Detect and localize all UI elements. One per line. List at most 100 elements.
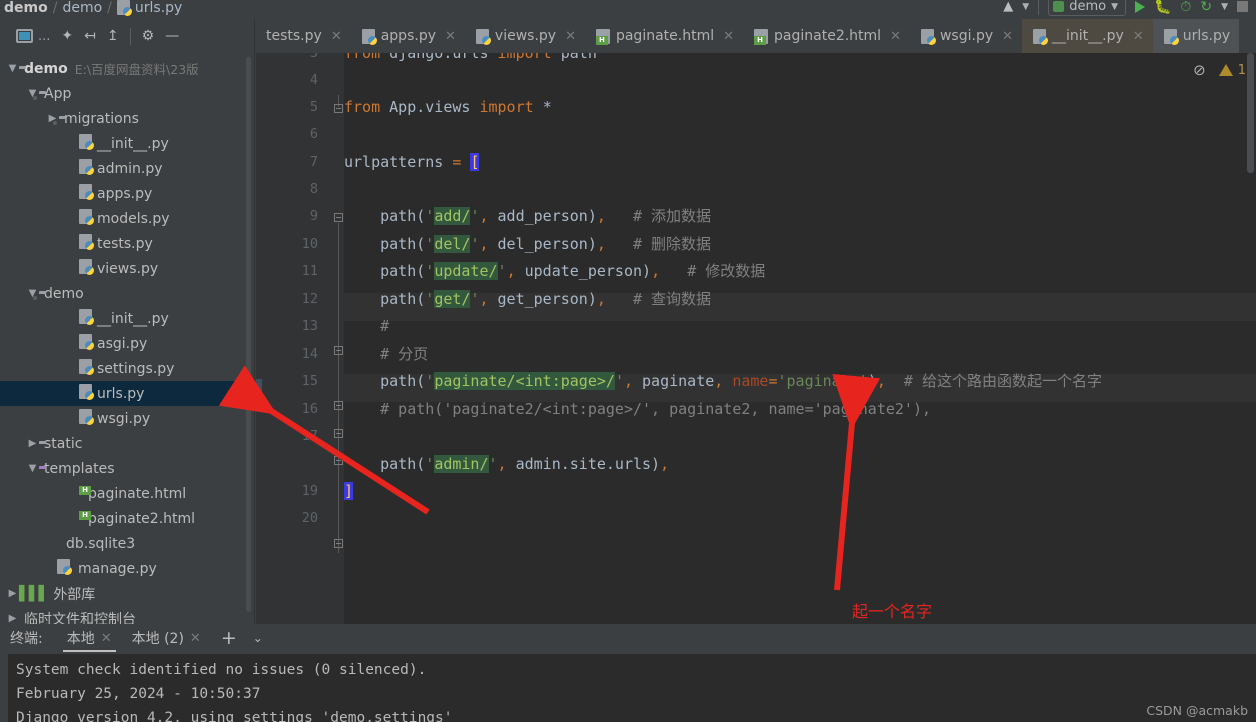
project-tree-panel[interactable]: ▼ demo E:\百度网盘资料\23版 ▼ App ▶ migrations … bbox=[0, 53, 255, 624]
fold-marker[interactable]: − bbox=[334, 456, 343, 465]
ellipsis-icon[interactable]: ... bbox=[38, 29, 50, 44]
tree-node-demo-root[interactable]: ▼ demo E:\百度网盘资料\23版 bbox=[0, 56, 254, 81]
tree-node-db-sqlite3[interactable]: db.sqlite3 bbox=[0, 531, 254, 556]
chevron-right-icon[interactable]: ▶ bbox=[26, 438, 39, 449]
code-content[interactable]: from django.urls import path from App.vi… bbox=[344, 53, 1256, 624]
tree-node-demo-init-py[interactable]: __init__.py bbox=[0, 306, 254, 331]
upload-icon[interactable]: ▲ bbox=[1003, 0, 1013, 13]
close-icon[interactable]: ✕ bbox=[1133, 29, 1144, 44]
close-icon[interactable]: ✕ bbox=[190, 631, 201, 646]
tree-node-label: apps.py bbox=[97, 185, 153, 202]
fold-marker[interactable]: − bbox=[334, 346, 343, 355]
line-number bbox=[256, 560, 318, 587]
tree-node-urls-py[interactable]: urls.py bbox=[0, 381, 254, 406]
code-editor[interactable]: 3 4 5 6 7 8 9 10 11 12 13 14 15 16 17 19… bbox=[256, 53, 1256, 624]
profile-icon[interactable]: ↻ bbox=[1200, 0, 1212, 15]
run-icon[interactable] bbox=[1134, 0, 1145, 13]
close-icon[interactable]: ✕ bbox=[565, 29, 576, 44]
window-icon[interactable] bbox=[16, 29, 33, 43]
chevron-down-icon[interactable]: ▼ bbox=[6, 63, 19, 74]
tab-init-py[interactable]: __init__.py ✕ bbox=[1022, 19, 1153, 53]
tree-node-label: wsgi.py bbox=[97, 410, 151, 427]
fold-marker[interactable]: − bbox=[334, 213, 343, 222]
tree-node-external-libraries[interactable]: ▶ ▌▌▌ 外部库 bbox=[0, 581, 254, 606]
tree-node-templates[interactable]: ▼ templates bbox=[0, 456, 254, 481]
breadcrumb-item-0[interactable]: demo bbox=[4, 0, 48, 16]
debug-icon[interactable]: 🐛 bbox=[1154, 0, 1171, 15]
tree-node-scratches-consoles[interactable]: ▶ 临时文件和控制台 bbox=[0, 606, 254, 625]
collapse-all-icon[interactable]: ↥ bbox=[107, 29, 119, 43]
chevron-down-icon[interactable]: ⌄ bbox=[247, 631, 269, 645]
add-terminal-button[interactable]: + bbox=[211, 627, 247, 649]
python-file-icon bbox=[79, 409, 94, 428]
eye-off-icon[interactable]: ⊘ bbox=[1193, 61, 1206, 79]
line-number: 7 bbox=[309, 154, 318, 170]
tab-urls-py[interactable]: urls.py bbox=[1152, 19, 1240, 53]
project-tree-scrollbar[interactable] bbox=[246, 57, 251, 612]
breadcrumb-item-2[interactable]: urls.py bbox=[135, 0, 182, 16]
terminal-tab-local-2[interactable]: 本地 (2) ✕ bbox=[122, 624, 211, 652]
tree-node-apps-py[interactable]: apps.py bbox=[0, 181, 254, 206]
line-number: 10 bbox=[301, 236, 318, 252]
minimize-icon[interactable]: — bbox=[165, 29, 179, 43]
close-icon[interactable]: ✕ bbox=[890, 29, 901, 44]
chevron-down-icon[interactable]: ▼ bbox=[1221, 2, 1228, 12]
chevron-down-icon: ▼ bbox=[1111, 1, 1118, 12]
terminal-output[interactable]: System check identified no issues (0 sil… bbox=[8, 654, 1256, 722]
expand-all-icon[interactable]: ↤ bbox=[84, 29, 96, 43]
close-icon[interactable]: ✕ bbox=[1002, 29, 1013, 44]
editor-scrollbar[interactable] bbox=[1247, 53, 1254, 173]
tree-node-label: models.py bbox=[97, 210, 170, 227]
tab-wsgi-py[interactable]: wsgi.py ✕ bbox=[910, 19, 1022, 53]
close-icon[interactable]: ✕ bbox=[331, 29, 342, 44]
tab-paginate-html[interactable]: paginate.html ✕ bbox=[585, 19, 743, 53]
coverage-icon[interactable]: ⏱ bbox=[1180, 0, 1191, 15]
python-file-icon bbox=[361, 28, 377, 45]
tree-node-app[interactable]: ▼ App bbox=[0, 81, 254, 106]
tab-tests-py[interactable]: tests.py ✕ bbox=[255, 19, 351, 53]
tab-apps-py[interactable]: apps.py ✕ bbox=[351, 19, 465, 53]
annotation-label: 起一个名字 bbox=[852, 602, 933, 621]
warning-indicator[interactable]: 1 bbox=[1218, 63, 1246, 78]
tree-node-paginate2-html[interactable]: paginate2.html bbox=[0, 506, 254, 531]
tree-node-tests-py[interactable]: tests.py bbox=[0, 231, 254, 256]
tree-node-migrations[interactable]: ▶ migrations bbox=[0, 106, 254, 131]
tree-node-settings-py[interactable]: settings.py bbox=[0, 356, 254, 381]
chevron-down-icon[interactable]: ▼ bbox=[1022, 2, 1029, 12]
tree-node-wsgi-py[interactable]: wsgi.py bbox=[0, 406, 254, 431]
tree-node-demo-pkg[interactable]: ▼ demo bbox=[0, 281, 254, 306]
tab-paginate2-html[interactable]: paginate2.html ✕ bbox=[743, 19, 910, 53]
tree-node-paginate-html[interactable]: paginate.html bbox=[0, 481, 254, 506]
close-icon[interactable]: ✕ bbox=[101, 631, 112, 646]
tree-node-app-init-py[interactable]: __init__.py bbox=[0, 131, 254, 156]
chevron-right-icon[interactable]: ▶ bbox=[6, 588, 19, 599]
chevron-down-icon[interactable]: ▼ bbox=[26, 463, 39, 474]
tree-node-static[interactable]: ▶ static bbox=[0, 431, 254, 456]
fold-marker[interactable]: − bbox=[334, 401, 343, 410]
tree-node-admin-py[interactable]: admin.py bbox=[0, 156, 254, 181]
fold-marker[interactable]: − bbox=[334, 429, 343, 438]
tab-views-py[interactable]: views.py ✕ bbox=[465, 19, 585, 53]
tree-node-manage-py[interactable]: manage.py bbox=[0, 556, 254, 581]
inspection-widget[interactable]: ⊘ 1 bbox=[1193, 61, 1246, 79]
terminal-tab-local[interactable]: 本地 ✕ bbox=[57, 624, 122, 652]
run-configuration-selector[interactable]: demo ▼ bbox=[1048, 0, 1126, 16]
tree-node-label: admin.py bbox=[97, 160, 163, 177]
gear-icon[interactable]: ⚙ bbox=[142, 29, 155, 43]
breadcrumb-item-1[interactable]: demo bbox=[62, 0, 102, 16]
chevron-right-icon[interactable]: ▶ bbox=[6, 613, 19, 624]
tree-node-models-py[interactable]: models.py bbox=[0, 206, 254, 231]
locate-icon[interactable]: ✦ bbox=[61, 29, 73, 43]
stop-icon[interactable] bbox=[1237, 1, 1248, 12]
watermark: CSDN @acmakb bbox=[1146, 703, 1248, 718]
tree-node-path: E:\百度网盘资料\23版 bbox=[74, 62, 199, 77]
code-line-16: # path('paginate2/<int:page>/', paginate… bbox=[380, 400, 932, 418]
fold-marker[interactable]: − bbox=[334, 539, 343, 548]
close-icon[interactable]: ✕ bbox=[723, 29, 734, 44]
code-line-3: from django.urls import path bbox=[344, 53, 597, 62]
tree-node-asgi-py[interactable]: asgi.py bbox=[0, 331, 254, 356]
close-icon[interactable]: ✕ bbox=[445, 29, 456, 44]
python-file-icon bbox=[57, 559, 72, 578]
tree-node-views-py[interactable]: views.py bbox=[0, 256, 254, 281]
fold-marker[interactable]: − bbox=[334, 104, 343, 113]
